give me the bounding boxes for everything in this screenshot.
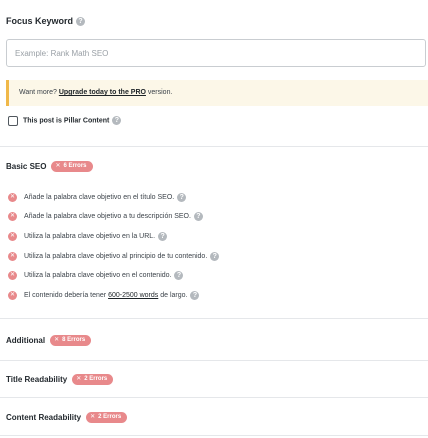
help-icon[interactable]: ? [112,116,122,125]
close-icon: ✕ [54,337,60,343]
section-title-readability-header[interactable]: Title Readability ✕ 2 Errors [6,373,114,386]
upgrade-link[interactable]: Upgrade today to the PRO [59,89,146,96]
error-icon: ✕ [8,232,17,241]
error-count-badge: ✕ 2 Errors [72,374,114,385]
help-icon[interactable]: ? [190,291,200,300]
divider [0,435,428,436]
help-icon[interactable]: ? [174,271,184,280]
section-basic-seo-header[interactable]: Basic SEO ✕ 6 Errors [6,160,93,173]
help-icon[interactable]: ? [210,252,220,261]
list-item: ✕ Utiliza la palabra clave objetivo al p… [8,252,220,261]
focus-keyword-input[interactable] [7,40,415,66]
divider [0,318,428,319]
error-icon: ✕ [8,271,17,280]
pillar-content-label[interactable]: This post is Pillar Content? [23,116,122,126]
list-item: ✕ Utiliza la palabra clave objetivo en l… [8,232,168,241]
error-count-badge: ✕ 6 Errors [51,161,93,172]
divider [0,360,428,361]
error-count-badge: ✕ 8 Errors [50,335,92,346]
list-item: ✕ El contenido debería tener 600-2500 wo… [8,291,200,300]
help-icon[interactable]: ? [177,193,187,202]
word-count-link[interactable]: 600-2500 words [108,292,158,299]
close-icon: ✕ [55,163,61,169]
error-icon: ✕ [8,291,17,300]
divider [0,146,428,147]
close-icon: ✕ [90,414,96,420]
error-count-badge: ✕ 2 Errors [86,412,128,423]
help-icon[interactable]: ? [193,212,203,221]
section-additional-header[interactable]: Additional ✕ 8 Errors [6,334,92,347]
upgrade-notice: Want more? Upgrade today to the PRO vers… [6,80,428,106]
error-icon: ✕ [8,252,17,261]
focus-keyword-label: Focus Keyword? [6,16,86,27]
error-icon: ✕ [8,193,17,202]
list-item: ✕ Utiliza la palabra clave objetivo en e… [8,271,184,280]
focus-keyword-input-wrapper [6,39,426,67]
list-item: ✕ Añade la palabra clave objetivo a tu d… [8,212,203,221]
help-icon[interactable]: ? [158,232,168,241]
section-content-readability-header[interactable]: Content Readability ✕ 2 Errors [6,411,128,424]
pillar-content-checkbox[interactable] [8,116,18,126]
list-item: ✕ Añade la palabra clave objetivo en el … [8,193,187,202]
divider [0,397,428,398]
close-icon: ✕ [76,376,82,382]
error-icon: ✕ [8,212,17,221]
help-icon[interactable]: ? [76,17,86,27]
